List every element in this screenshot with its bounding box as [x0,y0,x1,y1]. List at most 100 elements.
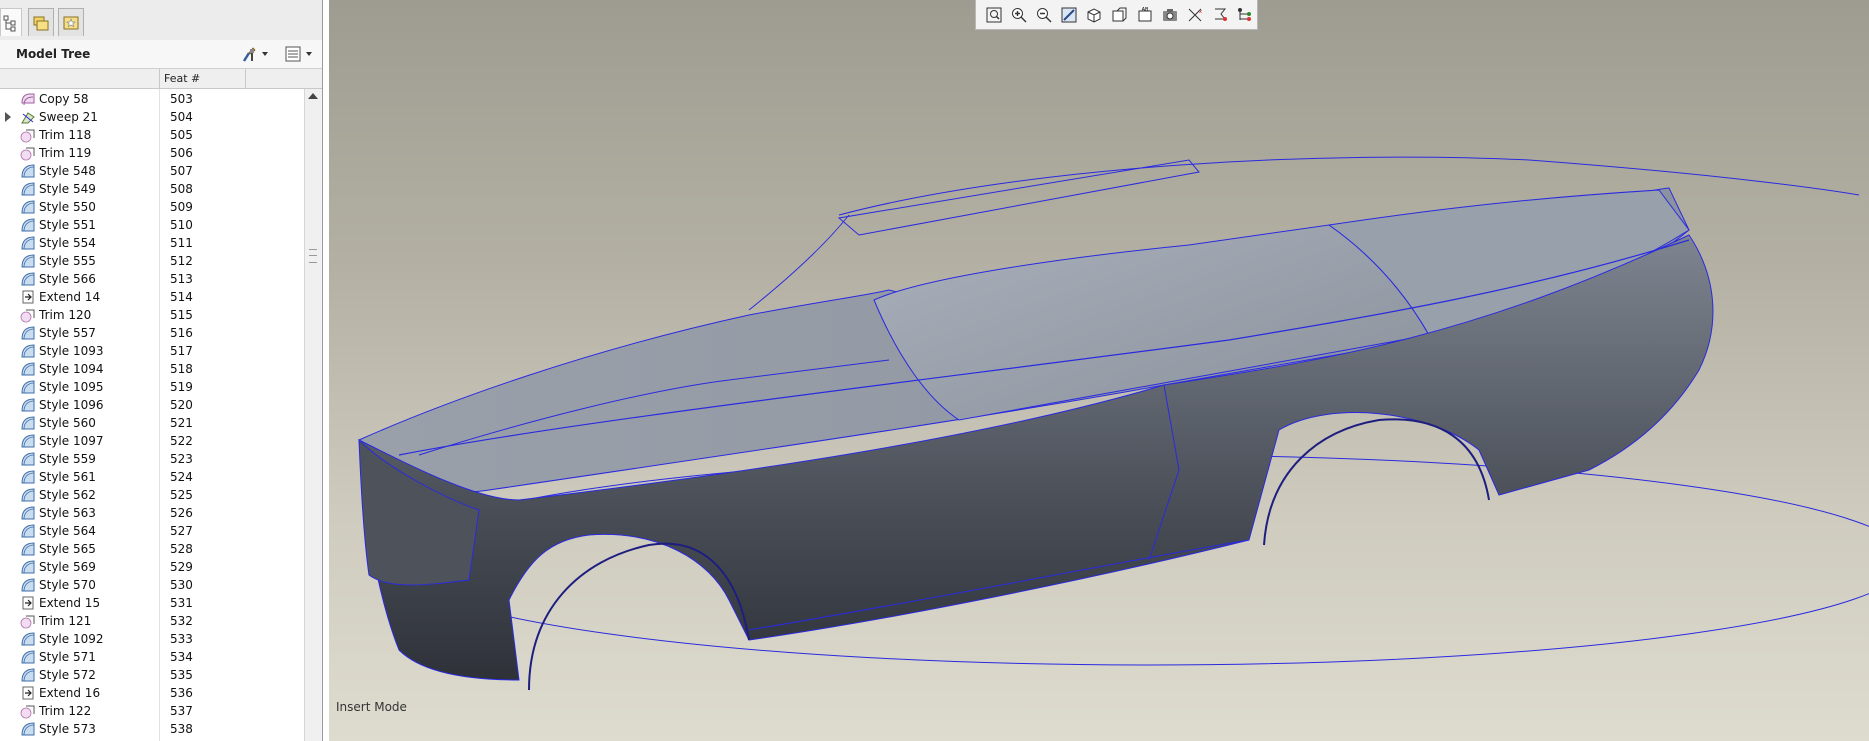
extend-icon [20,289,36,305]
zoom-in-button[interactable] [1007,3,1030,27]
zoom-out-button[interactable] [1032,3,1055,27]
tab-model-tree[interactable] [0,8,22,36]
feat-number-column-header[interactable]: Feat # [164,72,200,85]
style-icon [20,523,36,539]
tree-row[interactable]: Trim 119 506 [0,144,304,162]
style-icon [20,415,36,431]
tree-row[interactable]: Style 561 524 [0,468,304,486]
tree-row[interactable]: Style 570 530 [0,576,304,594]
style-icon [20,721,36,737]
annotation-display-button[interactable] [1209,3,1232,27]
tree-row[interactable]: Style 1095 519 [0,378,304,396]
tree-settings-button[interactable] [240,43,268,65]
tree-row[interactable]: Trim 120 515 [0,306,304,324]
datum-display-button[interactable] [1158,3,1181,27]
tree-row-name: Extend 15 [39,596,101,610]
column-divider[interactable] [159,69,160,88]
tree-row-feat-number: 520 [170,398,193,412]
tree-scrollbar[interactable] [304,89,321,741]
tree-row-name: Trim 122 [39,704,92,718]
tree-row[interactable]: Copy 58 503 [0,90,304,108]
tree-row[interactable]: Style 559 523 [0,450,304,468]
tree-row[interactable]: Style 1094 518 [0,360,304,378]
refit-icon [985,6,1003,24]
expand-arrow-icon[interactable] [5,112,11,122]
tree-row-name: Trim 118 [39,128,92,142]
tree-row[interactable]: Style 569 529 [0,558,304,576]
tree-row[interactable]: Style 555 512 [0,252,304,270]
tree-row-feat-number: 533 [170,632,193,646]
tree-row[interactable]: Style 565 528 [0,540,304,558]
tree-row-feat-number: 507 [170,164,193,178]
view-manager-button[interactable] [1234,3,1257,27]
tree-row[interactable]: Extend 14 514 [0,288,304,306]
tree-row[interactable]: Style 573 538 [0,720,304,738]
car-body-model[interactable] [329,0,1869,741]
tree-row[interactable]: Style 548 507 [0,162,304,180]
trim-icon [20,613,36,629]
tree-row[interactable]: Extend 15 531 [0,594,304,612]
tree-row[interactable]: Trim 122 537 [0,702,304,720]
style-icon [20,253,36,269]
tree-row-feat-number: 526 [170,506,193,520]
tree-row-name: Style 570 [39,578,96,592]
trim-icon [20,127,36,143]
tree-row[interactable]: Style 1092 533 [0,630,304,648]
style-icon [20,271,36,287]
display-style-button[interactable]: AB [1133,3,1156,27]
show-list-icon [285,46,301,62]
tree-row-name: Style 551 [39,218,96,232]
saved-orientations-button[interactable] [1083,3,1106,27]
tree-row-name: Style 561 [39,470,96,484]
tree-row-feat-number: 527 [170,524,193,538]
tree-row-name: Style 1092 [39,632,104,646]
tree-row-feat-number: 503 [170,92,193,106]
tree-row-name: Trim 119 [39,146,92,160]
tree-row[interactable]: Style 551 510 [0,216,304,234]
tab-folder-browser[interactable] [28,8,54,36]
tree-row[interactable]: Style 562 525 [0,486,304,504]
tree-row-name: Trim 121 [39,614,92,628]
style-icon [20,361,36,377]
tab-favorites[interactable] [58,8,84,36]
tree-row[interactable]: Style 549 508 [0,180,304,198]
tree-row[interactable]: Sweep 21 504 [0,108,304,126]
tree-column-header: Feat # [0,69,322,89]
tree-row-feat-number: 513 [170,272,193,286]
tree-row-feat-number: 510 [170,218,193,232]
tree-row[interactable]: Trim 121 532 [0,612,304,630]
tree-row[interactable]: Style 550 509 [0,198,304,216]
tree-row[interactable]: Style 554 511 [0,234,304,252]
spin-center-button[interactable]: x [1184,3,1207,27]
tree-row-name: Style 549 [39,182,96,196]
named-views-button[interactable] [1108,3,1131,27]
graphics-window[interactable]: AB x Insert Mode [329,0,1869,741]
tree-row[interactable]: Style 564 527 [0,522,304,540]
spin-center-icon: x [1186,6,1204,24]
tree-row[interactable]: Style 557 516 [0,324,304,342]
zoom-out-icon [1035,6,1053,24]
tree-row-feat-number: 521 [170,416,193,430]
tree-row[interactable]: Style 563 526 [0,504,304,522]
style-icon [20,217,36,233]
column-divider[interactable] [245,69,246,88]
tree-show-button[interactable] [284,43,312,65]
refit-button[interactable] [982,3,1005,27]
style-icon [20,559,36,575]
scroll-up-arrow-icon[interactable] [308,93,318,99]
tree-row-name: Style 548 [39,164,96,178]
repaint-button[interactable] [1058,3,1081,27]
tree-row[interactable]: Style 1096 520 [0,396,304,414]
tree-row[interactable]: Trim 118 505 [0,126,304,144]
tree-row[interactable]: Style 566 513 [0,270,304,288]
scroll-grip[interactable] [309,249,317,263]
tree-row[interactable]: Style 571 534 [0,648,304,666]
tree-row[interactable]: Style 1093 517 [0,342,304,360]
tree-row[interactable]: Extend 16 536 [0,684,304,702]
tree-row-name: Style 565 [39,542,96,556]
tree-row[interactable]: Style 560 521 [0,414,304,432]
tree-row[interactable]: Style 1097 522 [0,432,304,450]
mode-status-text: Insert Mode [336,700,407,714]
tree-row[interactable]: Style 572 535 [0,666,304,684]
favorites-icon [63,16,79,29]
